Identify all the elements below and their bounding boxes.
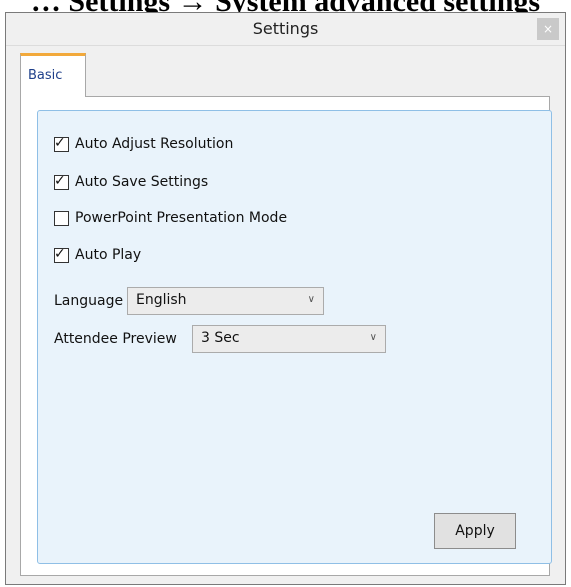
language-label: Language [54,293,124,309]
auto-save-settings-checkbox[interactable]: ✓ [54,173,69,190]
attendee-preview-value: 3 Sec [201,330,240,346]
auto-play-label: Auto Play [75,247,142,263]
tab-panel-basic: ✓ Auto Adjust Resolution ✓ Auto Save Set… [20,96,552,576]
settings-window: Settings × Basic ✓ Auto Adjust Resolutio… [5,12,566,585]
language-select[interactable]: English ∨ [127,287,324,315]
powerpoint-presentation-mode-label: PowerPoint Presentation Mode [75,210,288,226]
auto-play-checkbox[interactable]: ✓ [54,246,69,263]
language-value: English [136,292,187,308]
powerpoint-presentation-mode-checkbox[interactable] [54,211,69,226]
auto-save-settings-label: Auto Save Settings [75,174,209,190]
close-button[interactable]: × [537,18,559,40]
auto-adjust-resolution-checkbox[interactable]: ✓ [54,135,69,152]
chevron-down-icon: ∨ [307,294,315,305]
apply-button[interactable]: Apply [434,513,516,549]
settings-group: ✓ Auto Adjust Resolution ✓ Auto Save Set… [37,110,552,564]
window-title: Settings [252,19,319,38]
auto-adjust-resolution-label: Auto Adjust Resolution [75,136,234,152]
close-icon: × [542,22,554,36]
chevron-down-icon: ∨ [369,332,377,343]
tab-basic[interactable]: Basic [20,53,86,97]
tab-basic-label: Basic [28,68,63,83]
attendee-preview-select[interactable]: 3 Sec ∨ [192,325,386,353]
checkmark-icon: ✓ [54,135,66,151]
checkmark-icon: ✓ [54,246,66,262]
checkmark-icon: ✓ [54,173,66,189]
attendee-preview-label: Attendee Preview [54,331,177,347]
title-bar: Settings × [6,13,565,46]
